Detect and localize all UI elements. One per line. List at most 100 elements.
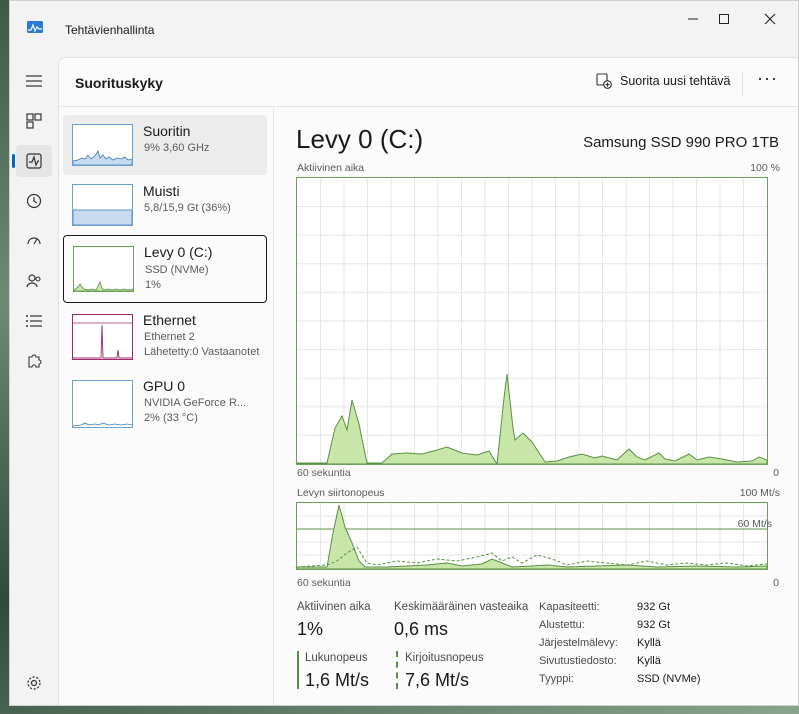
perf-item-name: Muisti [143,183,180,199]
perf-item-detail: 5,8/15,9 Gt (36%) [144,202,231,214]
services-puzzle-icon [28,354,42,368]
nav-details[interactable] [16,305,52,337]
perf-item-detail: SSD (NVMe) [145,264,209,276]
ethernet-thumbnail-chart [73,322,132,359]
active-time-chart [297,178,767,464]
nav-app-history[interactable] [16,185,52,217]
perf-item-name: GPU 0 [143,378,186,394]
disk-model: Samsung SSD 990 PRO 1TB [583,134,779,151]
run-new-task-button[interactable]: Suorita uusi tehtävä [596,73,731,89]
prop-page-file-label: Sivutustiedosto: [539,655,617,667]
perf-item-name: Ethernet [143,312,196,328]
memory-thumbnail-chart [72,209,133,226]
prop-formatted-label: Alustettu: [539,619,585,631]
processes-icon [26,113,42,129]
write-speed-value: 7,6 Mt/s [405,670,470,690]
active-indicator [12,154,15,168]
transfer-rate-graph-time-left: 60 sekuntia [297,577,351,589]
prop-system-disk-value: Kyllä [637,637,661,649]
more-options-button[interactable]: ··· [757,68,778,89]
active-time-stat-value: 1% [297,619,324,639]
active-time-graph-time-right: 0 [773,467,779,479]
perf-item-gpu-0[interactable]: GPU 0 NVIDIA GeForce R... 2% (33 °C) [63,374,267,436]
window-title: Tehtävienhallinta [65,23,155,37]
transfer-rate-graph-max: 100 Mt/s [739,487,780,499]
memory-thumbnail-graph [72,184,133,226]
gear-icon [27,676,41,690]
transfer-rate-graph-time-right: 0 [773,577,779,589]
perf-item-usage: 2% (33 °C) [144,412,198,424]
nav-processes[interactable] [16,105,52,137]
perf-item-usage: 1% [145,279,161,291]
write-speed-indicator [396,651,398,689]
cpu-thumbnail-graph [72,124,133,166]
prop-page-file-value: Kyllä [637,655,661,667]
disk-detail-panel: Levy 0 (C:) Samsung SSD 990 PRO 1TB Akti… [275,108,798,705]
prop-capacity-label: Kapasiteetti: [539,601,600,613]
nav-users[interactable] [16,265,52,297]
active-time-graph [296,177,768,465]
transfer-rate-line-label: 60 Mt/s [737,518,772,530]
title-bar: Tehtävienhallinta [10,1,798,39]
transfer-rate-chart [297,503,767,569]
transfer-rate-graph [296,502,768,570]
users-icon [26,274,41,288]
perf-item-memory[interactable]: Muisti 5,8/15,9 Gt (36%) [63,175,267,235]
hamburger-menu-button[interactable] [16,65,52,97]
gpu-thumbnail-graph [72,380,133,428]
startup-gauge-icon [27,237,41,245]
prop-formatted-value: 932 Gt [637,619,671,631]
perf-item-cpu[interactable]: Suoritin 9% 3,60 GHz [63,115,267,175]
perf-item-name: Levy 0 (C:) [144,244,213,260]
nav-startup-apps[interactable] [16,225,52,257]
perf-item-disk-0[interactable]: Levy 0 (C:) SSD (NVMe) 1% [63,235,267,303]
navigation-rail [10,59,58,705]
details-list-icon [26,315,42,327]
cpu-thumbnail-chart [72,150,133,166]
close-button[interactable] [750,9,790,29]
disk-thumbnail-graph [73,246,134,292]
active-time-graph-label: Aktiivinen aika [297,162,365,174]
run-new-task-label: Suorita uusi tehtävä [620,74,731,88]
header-divider [742,72,743,96]
read-speed-value: 1,6 Mt/s [305,670,370,690]
page-title: Suorituskyky [75,75,163,91]
maximize-button[interactable] [704,9,744,29]
read-speed-indicator [297,651,299,689]
prop-type-label: Tyyppi: [539,673,574,685]
task-manager-window: Tehtävienhallinta Suorituskyky Suorita u… [9,0,799,706]
transfer-rate-graph-label: Levyn siirtonopeus [297,487,385,499]
nav-settings[interactable] [16,667,52,699]
perf-item-detail: 9% 3,60 GHz [144,142,210,154]
history-icon [26,193,42,209]
perf-item-detail: NVIDIA GeForce R... [144,397,247,409]
performance-icon [26,153,42,169]
prop-capacity-value: 932 Gt [637,601,671,613]
active-time-graph-time-left: 60 sekuntia [297,467,351,479]
active-time-graph-max: 100 % [750,162,780,174]
performance-list: Suoritin 9% 3,60 GHz Muisti 5,8/15,9 Gt … [59,108,274,705]
perf-item-name: Suoritin [143,123,191,139]
prop-system-disk-label: Järjestelmälevy: [539,637,618,649]
nav-performance[interactable] [12,145,52,177]
avg-response-stat-label: Keskimääräinen vasteaika [394,601,529,613]
new-task-icon [596,73,612,89]
read-speed-label: Lukunopeus [305,652,368,664]
perf-item-ethernet[interactable]: Ethernet Ethernet 2 Lähetetty:0 Vastaano… [63,308,267,368]
active-time-stat-label: Aktiivinen aika [297,601,371,613]
content-panel: Suorituskyky Suorita uusi tehtävä ··· Su… [58,57,798,705]
prop-type-value: SSD (NVMe) [637,673,701,685]
ethernet-thumbnail-graph [72,314,133,360]
perf-item-detail: Ethernet 2 [144,331,195,343]
perf-item-usage: Lähetetty:0 Vastaanotet [144,346,260,358]
minimize-icon [688,18,698,20]
close-icon [764,13,776,25]
nav-services[interactable] [16,345,52,377]
content-header: Suorituskyky Suorita uusi tehtävä ··· [59,58,798,107]
disk-thumbnail-chart [73,280,134,292]
hamburger-icon [26,75,42,87]
avg-response-stat-value: 0,6 ms [394,619,449,639]
disk-title: Levy 0 (C:) [296,124,424,154]
maximize-icon [719,14,729,24]
task-manager-app-icon [27,21,43,33]
